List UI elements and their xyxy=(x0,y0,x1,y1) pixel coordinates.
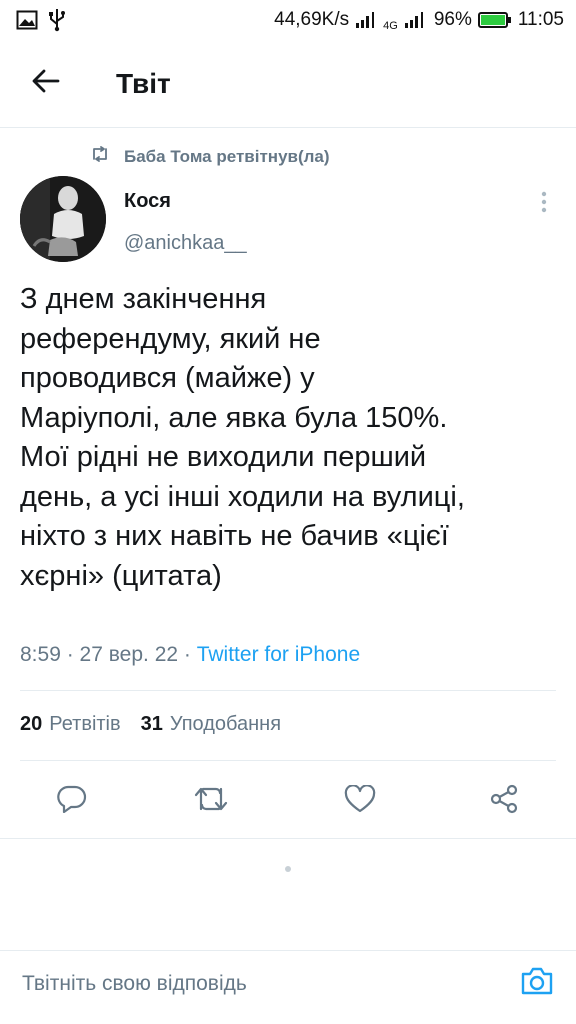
page-title: Твіт xyxy=(116,67,171,99)
share-button[interactable] xyxy=(487,784,521,818)
likes-stat[interactable]: 31 Уподобання xyxy=(141,713,281,736)
camera-icon xyxy=(520,966,554,1001)
meta-separator: · xyxy=(178,643,197,666)
tweet-source-link[interactable]: Twitter for iPhone xyxy=(197,643,360,666)
clock: 11:05 xyxy=(517,9,564,30)
retweet-attribution[interactable]: Баба Тома ретвітнув(ла) xyxy=(90,146,330,167)
arrow-left-icon xyxy=(32,69,60,98)
signal-4g-icon xyxy=(404,11,426,29)
retweet-icon xyxy=(194,785,228,818)
tweet-stats: 20 Ретвітів 31 Уподобання xyxy=(20,713,301,736)
reply-button[interactable] xyxy=(55,784,89,818)
author-name[interactable]: Кося xyxy=(124,190,171,213)
avatar[interactable] xyxy=(20,176,106,262)
network-type: 4G xyxy=(383,20,398,32)
retweet-button[interactable] xyxy=(194,784,228,818)
retweets-count: 20 xyxy=(20,713,43,735)
image-icon xyxy=(16,10,38,30)
retweets-label: Ретвітів xyxy=(49,713,121,735)
more-options-button[interactable] xyxy=(530,190,558,218)
likes-count: 31 xyxy=(140,713,163,735)
tweet-date: 27 вер. 22 xyxy=(79,643,179,666)
tweet-actions xyxy=(0,778,576,824)
usb-icon xyxy=(48,8,66,32)
battery-icon xyxy=(477,11,512,29)
tweet-time: 8:59 xyxy=(20,643,61,666)
reply-icon xyxy=(57,785,87,818)
retweet-small-icon xyxy=(90,146,110,167)
tweet-text: З днем закінчення референдуму, який не п… xyxy=(20,283,465,592)
reply-input[interactable] xyxy=(22,971,462,996)
signal-icon xyxy=(355,11,377,29)
tweet-meta: 8:59 · 27 вер. 22 · Twitter for iPhone xyxy=(20,643,360,667)
network-speed: 44,69K/s xyxy=(274,9,350,30)
battery-percent: 96% xyxy=(433,9,472,30)
divider xyxy=(20,690,556,691)
divider xyxy=(0,838,576,839)
likes-label: Уподобання xyxy=(169,713,282,735)
reply-bar xyxy=(0,950,576,1016)
status-bar: 44,69K/s 4G 96% 11:05 xyxy=(0,0,576,40)
vertical-dots-icon xyxy=(541,191,547,218)
camera-button[interactable] xyxy=(520,967,554,1001)
share-icon xyxy=(489,784,519,819)
retweeted-by-label: Баба Тома ретвітнув(ла) xyxy=(124,146,330,166)
author-handle[interactable]: @anichkaa__ xyxy=(124,232,247,255)
retweets-stat[interactable]: 20 Ретвітів xyxy=(20,713,121,736)
app-header: Твіт xyxy=(0,40,576,128)
like-button[interactable] xyxy=(343,783,377,818)
loading-indicator xyxy=(285,866,291,872)
like-icon xyxy=(344,783,376,818)
meta-separator: · xyxy=(60,643,80,666)
back-button[interactable] xyxy=(22,60,70,108)
divider xyxy=(20,760,556,761)
